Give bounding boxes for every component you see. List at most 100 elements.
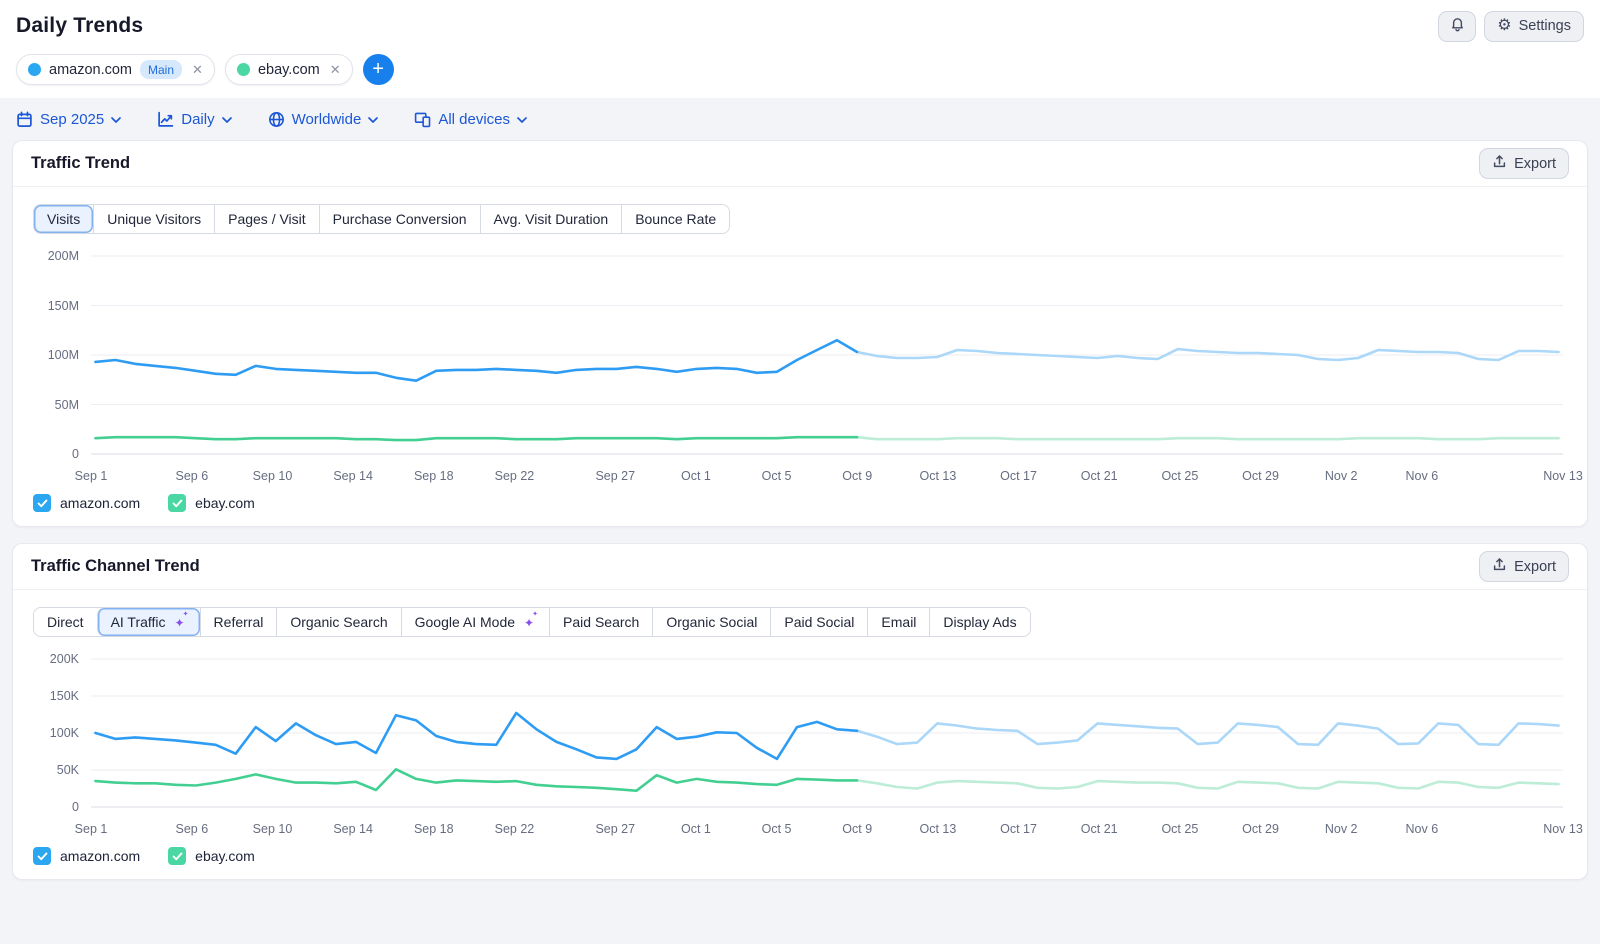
tab-organic-search[interactable]: Organic Search [276,608,400,636]
chevron-down-icon [517,117,527,123]
export-button[interactable]: Export [1479,148,1569,179]
tab-label: Avg. Visit Duration [494,211,609,227]
checkbox-icon[interactable] [33,847,51,865]
y-axis-tick: 0 [72,446,79,462]
legend-item[interactable]: amazon.com [33,494,140,512]
page-header: Daily Trends ⚙ Settings amazon.com Main … [0,0,1600,98]
x-axis-tick: Nov 2 [1325,822,1358,836]
chevron-down-icon [222,117,232,123]
y-axis-tick: 50K [57,762,79,778]
channel-tabs: Direct AI Traffic ✦✦ Referral Organic Se… [33,607,1031,637]
legend-item[interactable]: amazon.com [33,847,140,865]
export-icon [1492,154,1507,173]
x-axis-tick: Nov 6 [1406,469,1439,483]
x-axis-tick: Sep 27 [595,822,635,836]
domain-label: amazon.com [49,62,132,78]
legend-label: amazon.com [60,848,140,864]
x-axis-tick: Sep 27 [595,469,635,483]
tab-label: Organic Social [666,614,757,630]
y-axis-tick: 100M [48,347,79,363]
tab-label: Purchase Conversion [333,211,467,227]
legend-label: ebay.com [195,495,255,511]
tab-unique-visitors[interactable]: Unique Visitors [93,205,214,233]
remove-domain-button[interactable]: ✕ [190,63,203,76]
tab-visits[interactable]: Visits [34,205,93,233]
tab-paid-social[interactable]: Paid Social [770,608,867,636]
series-line-amazon.com [857,723,1559,744]
chart-plot-area[interactable] [91,649,1563,815]
x-axis-tick: Sep 14 [333,469,373,483]
tab-label: Bounce Rate [635,211,716,227]
checkbox-icon[interactable] [168,494,186,512]
remove-domain-button[interactable]: ✕ [328,63,341,76]
filter-label: Daily [181,111,214,128]
domain-chip[interactable]: ebay.com ✕ [225,54,353,85]
devices-icon [414,111,431,128]
domain-chip[interactable]: amazon.com Main ✕ [16,54,215,85]
x-axis-tick: Sep 1 [75,469,108,483]
settings-button[interactable]: ⚙ Settings [1484,11,1584,42]
plus-icon: + [372,59,384,79]
tab-label: Paid Social [784,614,854,630]
domain-color-dot [237,63,250,76]
filter-label: All devices [438,111,510,128]
x-axis-tick: Oct 21 [1081,822,1118,836]
x-axis-tick: Nov 6 [1406,822,1439,836]
ai-sparkle-icon: ✦✦ [522,615,536,629]
x-axis-tick: Sep 10 [253,822,293,836]
legend-item[interactable]: ebay.com [168,847,255,865]
tab-bounce-rate[interactable]: Bounce Rate [621,205,729,233]
x-axis-tick: Sep 18 [414,469,454,483]
tab-purchase-conversion[interactable]: Purchase Conversion [319,205,480,233]
export-button[interactable]: Export [1479,551,1569,582]
checkbox-icon[interactable] [168,847,186,865]
card-title: Traffic Trend [31,154,130,173]
legend-item[interactable]: ebay.com [168,494,255,512]
tab-label: Display Ads [943,614,1016,630]
x-axis-tick: Oct 13 [919,469,956,483]
x-axis-tick: Oct 9 [842,822,872,836]
tab-ai-traffic[interactable]: AI Traffic ✦✦ [97,608,200,636]
x-axis-tick: Sep 22 [495,822,535,836]
filter-dropdown[interactable]: Sep 2025 [16,111,121,128]
tab-organic-social[interactable]: Organic Social [652,608,770,636]
series-line-amazon.com [95,713,857,759]
tab-label: Visits [47,211,80,227]
traffic-trend-card: Traffic Trend Export Visits Unique Visit… [12,140,1588,527]
domain-label: ebay.com [258,62,320,78]
traffic-channel-trend-chart: 050K100K150K200K Sep 1Sep 6Sep 10Sep 14S… [13,649,1587,841]
y-axis-tick: 150K [50,688,79,704]
x-axis-tick: Oct 5 [762,469,792,483]
checkbox-icon[interactable] [33,494,51,512]
tab-referral[interactable]: Referral [200,608,277,636]
tab-email[interactable]: Email [867,608,929,636]
x-axis-tick: Nov 13 [1543,822,1583,836]
x-axis-tick: Oct 25 [1161,822,1198,836]
y-axis: 050M100M150M200M [33,246,91,462]
filter-dropdown[interactable]: Daily [157,111,231,128]
export-label: Export [1514,559,1556,575]
add-domain-button[interactable]: + [363,54,394,85]
card-title: Traffic Channel Trend [31,557,200,576]
tab-pages-visit[interactable]: Pages / Visit [214,205,319,233]
x-axis-tick: Oct 17 [1000,822,1037,836]
chart-plot-area[interactable] [91,246,1563,462]
y-axis-tick: 50M [55,397,79,413]
x-axis-tick: Oct 13 [919,822,956,836]
x-axis-tick: Oct 1 [681,469,711,483]
series-line-amazon.com [95,340,857,381]
filter-dropdown[interactable]: Worldwide [268,111,379,128]
traffic-trend-chart: 050M100M150M200M Sep 1Sep 6Sep 10Sep 14S… [13,246,1587,488]
tab-avg-visit-duration[interactable]: Avg. Visit Duration [480,205,622,233]
x-axis-tick: Oct 1 [681,822,711,836]
tab-paid-search[interactable]: Paid Search [549,608,652,636]
tab-display-ads[interactable]: Display Ads [929,608,1029,636]
filter-dropdown[interactable]: All devices [414,111,527,128]
series-line-ebay.com [95,769,857,790]
series-line-ebay.com [857,437,1559,439]
tab-google-ai-mode[interactable]: Google AI Mode ✦✦ [401,608,549,636]
tab-direct[interactable]: Direct [34,608,97,636]
notifications-button[interactable] [1438,11,1476,42]
daily-trends-page: Daily Trends ⚙ Settings amazon.com Main … [0,0,1600,880]
x-axis-tick: Sep 6 [175,469,208,483]
